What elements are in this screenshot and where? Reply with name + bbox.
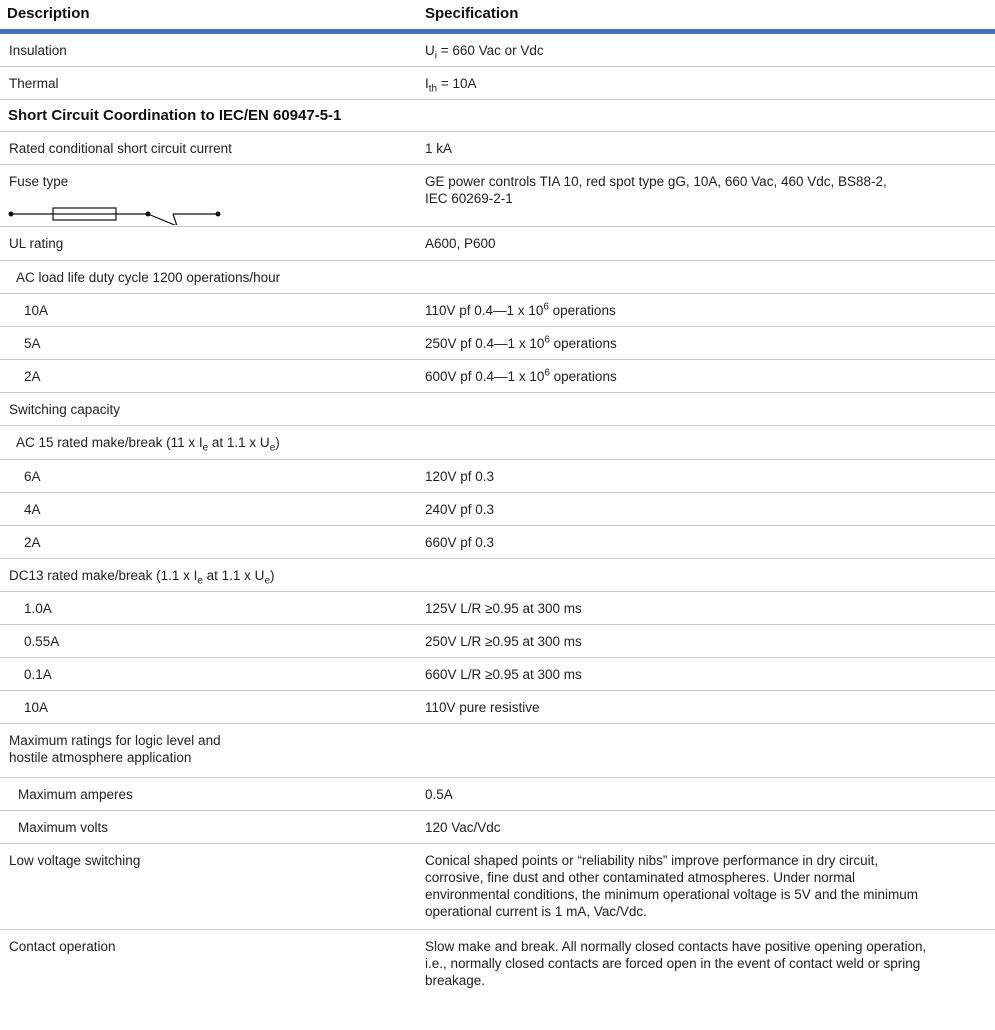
row-desc: AC 15 rated make/break (11 x Ie at 1.1 x… [16,435,280,454]
row-spec: 125V L/R ≥0.95 at 300 ms [425,601,582,616]
row-dc13-10a: 10A 110V pure resistive [0,691,995,724]
row-ac-10a: 10A 110V pf 0.4—1 x 106 operations [0,294,995,327]
row-switching-capacity: Switching capacity [0,393,995,426]
row-desc: Insulation [9,43,67,58]
row-spec: 600V pf 0.4—1 x 106 operations [425,367,617,384]
row-spec: 660V L/R ≥0.95 at 300 ms [425,667,582,682]
row-ul-rating: UL rating A600, P600 [0,227,995,261]
row-spec: GE power controls TIA 10, red spot type … [425,174,887,206]
row-ac15: AC 15 rated make/break (11 x Ie at 1.1 x… [0,426,995,460]
row-desc: 2A [24,369,41,384]
row-spec: Conical shaped points or “reliability ni… [425,853,919,919]
row-desc: 2A [24,535,41,550]
row-desc: 10A [24,303,49,318]
row-max-ratings: Maximum ratings for logic level and hosti… [0,724,995,778]
fuse-symbol-icon [8,207,221,225]
row-max-amperes: Maximum amperes 0.5A [0,778,995,811]
table-header: Description Specification [0,0,995,29]
row-desc: Contact operation [9,939,116,954]
row-spec: Ui = 660 Vac or Vdc [425,43,544,62]
row-desc: UL rating [9,236,64,251]
row-ac-2a: 2A 600V pf 0.4—1 x 106 operations [0,360,995,393]
section-title: Short Circuit Coordination to IEC/EN 609… [8,107,342,124]
row-ac15-4a: 4A 240V pf 0.3 [0,493,995,526]
row-desc: 0.55A [24,634,60,649]
row-insulation: Insulation Ui = 660 Vac or Vdc [0,34,995,67]
row-ac-5a: 5A 250V pf 0.4—1 x 106 operations [0,327,995,360]
row-ac15-6a: 6A 120V pf 0.3 [0,460,995,493]
row-spec: 1 kA [425,141,453,156]
row-desc: 10A [24,700,49,715]
row-spec: 110V pf 0.4—1 x 106 operations [425,301,616,318]
row-thermal: Thermal Ith = 10A [0,67,995,100]
row-rated-conditional: Rated conditional short circuit current … [0,132,995,165]
header-description: Description [7,5,90,22]
row-spec: A600, P600 [425,236,496,251]
row-spec: 660V pf 0.3 [425,535,495,550]
row-spec: 110V pure resistive [425,700,540,715]
row-desc: 6A [24,469,41,484]
row-spec: 250V pf 0.4—1 x 106 operations [425,334,617,351]
row-desc: Low voltage switching [9,853,141,868]
row-desc: 0.1A [24,667,52,682]
row-desc: Maximum volts [18,820,109,835]
row-spec: 120 Vac/Vdc [425,820,501,835]
row-dc13-1a: 1.0A 125V L/R ≥0.95 at 300 ms [0,592,995,625]
row-spec: 240V pf 0.3 [425,502,495,517]
row-fuse-type: Fuse type GE power controls TIA 10, red … [0,165,995,227]
row-desc: AC load life duty cycle 1200 operations/… [16,270,281,285]
row-desc: 5A [24,336,41,351]
row-max-volts: Maximum volts 120 Vac/Vdc [0,811,995,844]
row-desc: DC13 rated make/break (1.1 x Ie at 1.1 x… [9,568,275,587]
row-desc: Maximum ratings for logic level and hosti… [9,733,221,765]
header-specification: Specification [425,5,519,22]
row-low-voltage: Low voltage switching Conical shaped poi… [0,844,995,930]
row-dc13-055a: 0.55A 250V L/R ≥0.95 at 300 ms [0,625,995,658]
row-spec: Ith = 10A [425,76,477,95]
row-desc: 1.0A [24,601,52,616]
row-desc: Switching capacity [9,402,121,417]
row-dc13-01a: 0.1A 660V L/R ≥0.95 at 300 ms [0,658,995,691]
row-desc: Thermal [9,76,59,91]
row-desc: Rated conditional short circuit current [9,141,232,156]
row-spec: 0.5A [425,787,453,802]
row-ac15-2a: 2A 660V pf 0.3 [0,526,995,559]
row-contact-operation: Contact operation Slow make and break. A… [0,930,995,1010]
row-dc13: DC13 rated make/break (1.1 x Ie at 1.1 x… [0,559,995,592]
row-spec: 120V pf 0.3 [425,469,495,484]
row-desc: 4A [24,502,41,517]
spec-table: Description Specification Insulation Ui … [0,0,995,1010]
row-spec: Slow make and break. All normally closed… [425,939,927,988]
row-ac-load-life: AC load life duty cycle 1200 operations/… [0,261,995,294]
row-desc: Maximum amperes [18,787,133,802]
row-desc: Fuse type [9,174,69,189]
row-spec: 250V L/R ≥0.95 at 300 ms [425,634,582,649]
section-title-row: Short Circuit Coordination to IEC/EN 609… [0,100,995,132]
